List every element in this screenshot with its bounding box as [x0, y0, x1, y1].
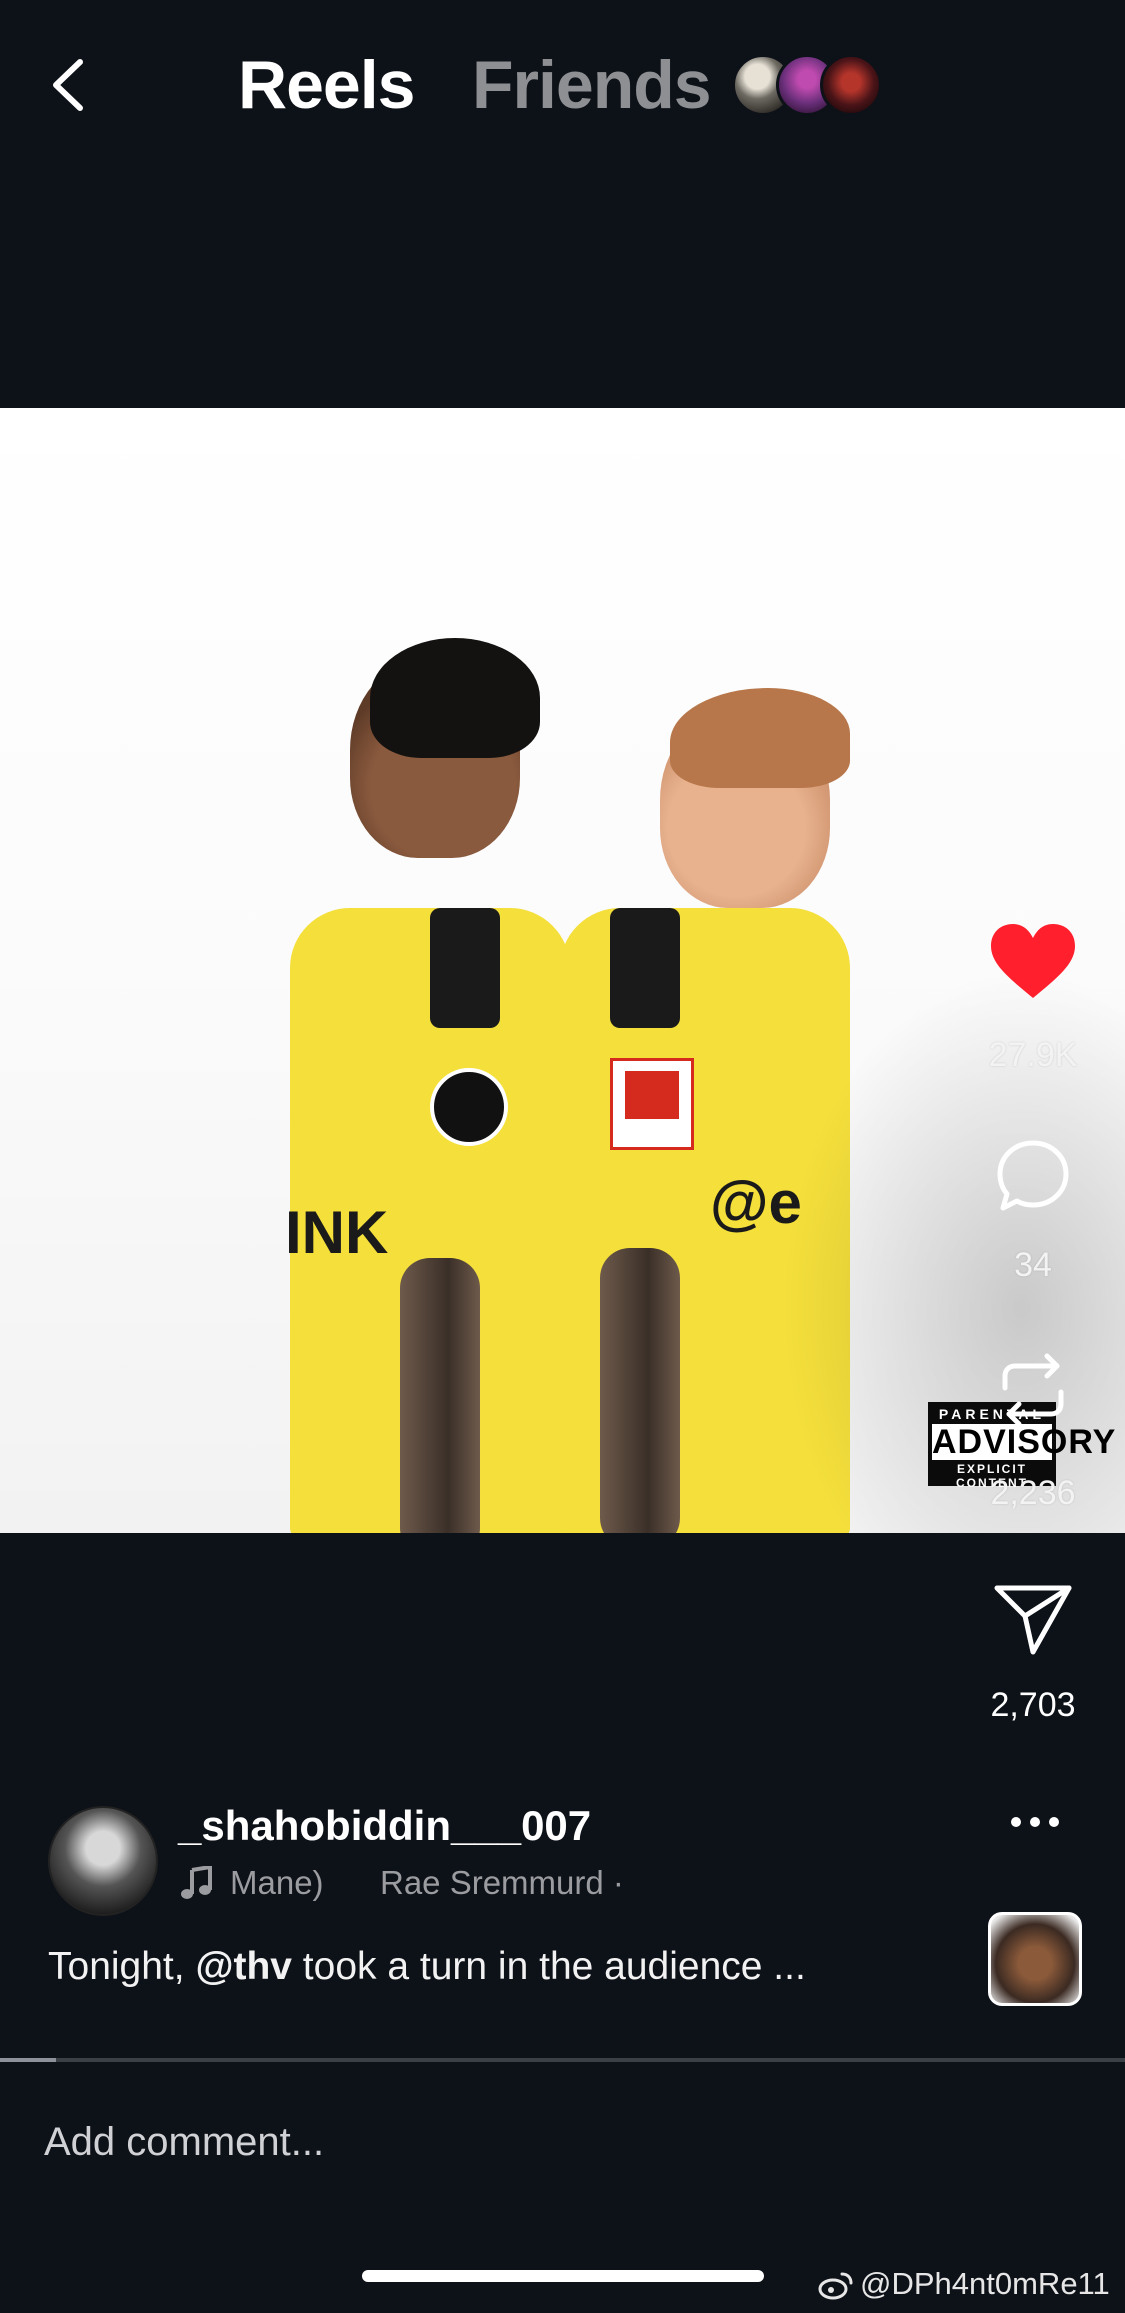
comment-input[interactable] — [0, 2062, 1125, 2222]
comment-count: 34 — [1014, 1246, 1052, 1284]
like-button[interactable] — [989, 922, 1077, 1007]
player-left-illustration: INK — [280, 638, 600, 1533]
tab-reels[interactable]: Reels — [238, 46, 415, 124]
like-count: 27.9K — [988, 1036, 1078, 1074]
reel-video[interactable]: INK @e — [0, 408, 1125, 1533]
watermark-text: @DPh4nt0mRe11 — [860, 2266, 1110, 2301]
song-artist[interactable]: Rae Sremmurd · — [380, 1864, 624, 1902]
caption-text: Tonight, — [48, 1945, 196, 1988]
more-horizontal-icon — [1011, 1817, 1059, 1827]
send-icon — [994, 1585, 1072, 1655]
share-count: 2,703 — [990, 1686, 1076, 1724]
chevron-left-icon — [53, 59, 83, 111]
remix-button[interactable] — [995, 1352, 1071, 1433]
audio-thumbnail[interactable] — [988, 1912, 1082, 2006]
heart-icon — [991, 924, 1075, 998]
share-button[interactable] — [993, 1582, 1073, 1663]
home-indicator — [362, 2270, 764, 2282]
song-title[interactable]: Mane) — [230, 1864, 324, 1902]
back-button[interactable] — [40, 50, 100, 120]
music-note-icon — [180, 1864, 214, 1900]
caption-mention[interactable]: @thv — [195, 1945, 292, 1988]
remix-count: 2,236 — [990, 1474, 1076, 1512]
more-options-button[interactable] — [1008, 1812, 1062, 1832]
author-username[interactable]: _shahobiddin___007 — [178, 1802, 591, 1850]
author-avatar[interactable] — [48, 1806, 158, 1916]
caption-text: took a turn in the audience ... — [291, 1945, 806, 1988]
comment-button[interactable] — [995, 1138, 1071, 1219]
repost-icon — [1002, 1353, 1064, 1427]
tab-friends[interactable]: Friends — [472, 46, 712, 124]
comment-bubble-icon — [997, 1140, 1069, 1211]
friends-avatars[interactable] — [732, 54, 912, 116]
weibo-icon — [818, 2270, 854, 2300]
post-caption[interactable]: Tonight, @thv took a turn in the audienc… — [48, 1945, 806, 1989]
friend-avatar — [820, 54, 882, 116]
